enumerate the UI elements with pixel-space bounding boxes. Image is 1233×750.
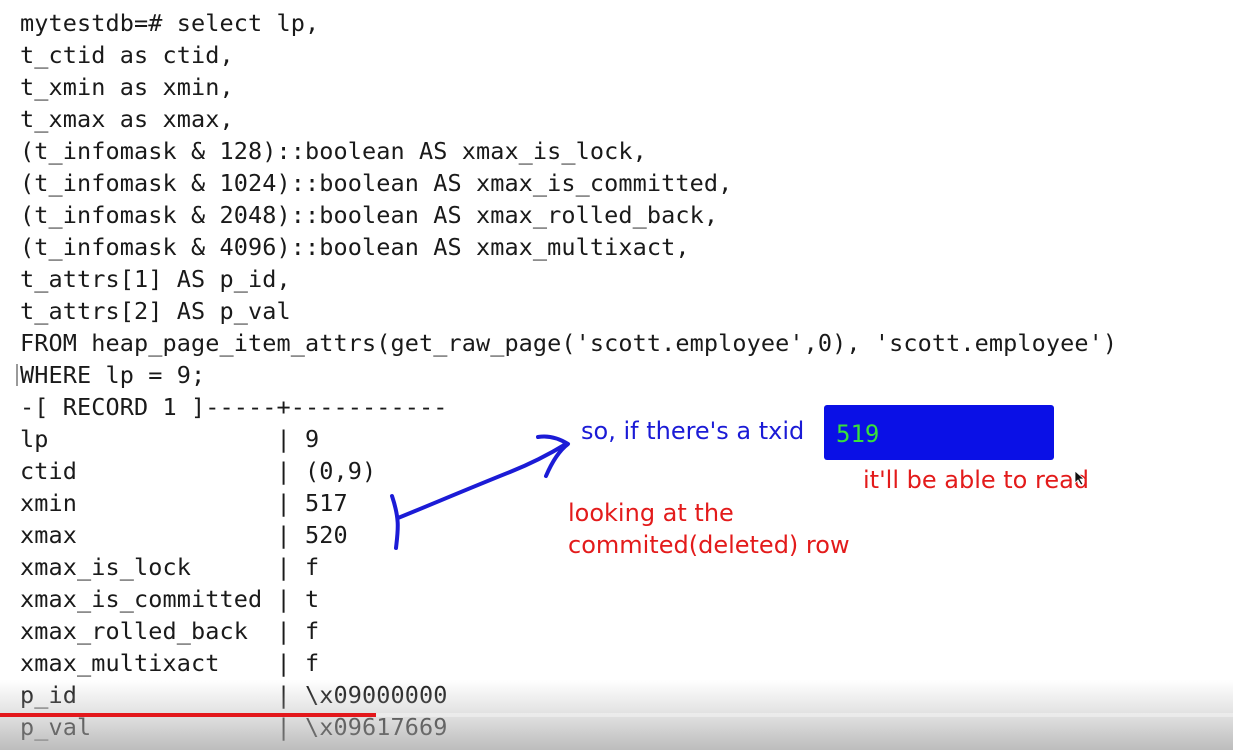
pen-annotation-layer xyxy=(390,434,570,550)
txid-annotation: so, if there's a txid xyxy=(581,417,805,445)
read-annotation: it'll be able to read xyxy=(863,466,1090,494)
video-progress-bar[interactable] xyxy=(0,713,1233,717)
row-annotation-line2: commited(deleted) row xyxy=(568,531,850,559)
video-frame: mytestdb=# select lp, t_ctid as ctid, t_… xyxy=(0,0,1233,750)
highlight-value: 519 xyxy=(836,420,880,448)
bracket-stroke xyxy=(390,494,400,550)
row-annotation-line1: looking at the xyxy=(568,499,734,527)
arrow-stroke xyxy=(396,442,568,520)
video-progress-fill xyxy=(0,713,377,717)
mouse-pointer-icon xyxy=(1074,470,1086,486)
